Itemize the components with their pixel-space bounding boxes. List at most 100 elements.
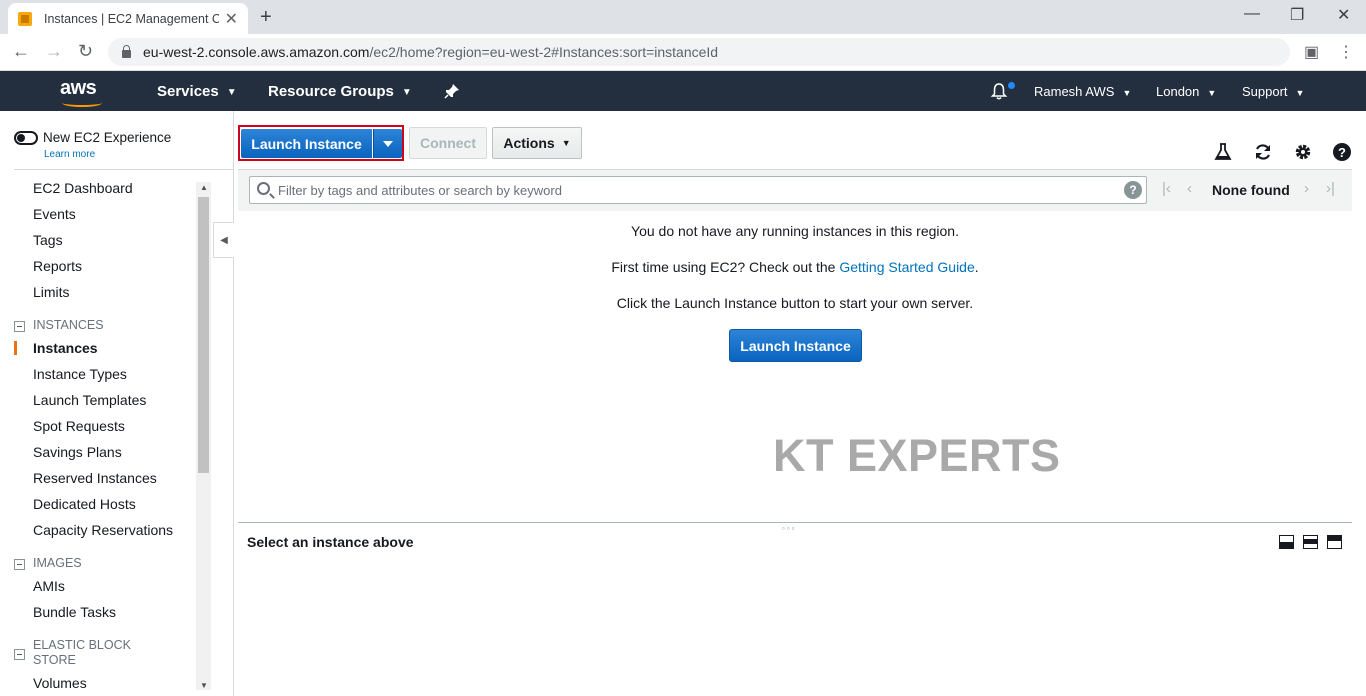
empty-message: You do not have any running instances in… — [631, 223, 959, 239]
nav-item-instance-types[interactable]: Instance Types — [33, 366, 127, 382]
bell-icon[interactable] — [990, 82, 1008, 100]
resource-groups-label: Resource Groups — [268, 83, 394, 100]
collapse-sidebar-button[interactable]: ◀ — [213, 222, 234, 258]
nav-item-tags[interactable]: Tags — [33, 232, 63, 248]
new-experience-toggle[interactable] — [14, 131, 38, 145]
launch-instance-button[interactable]: Launch Instance — [241, 129, 372, 158]
launch-instance-split-button: Launch Instance — [238, 125, 404, 161]
collapse-ebs-icon[interactable] — [14, 649, 25, 660]
getting-started-link[interactable]: Getting Started Guide — [839, 259, 974, 275]
launch-hint-message: Click the Launch Instance button to star… — [616, 295, 974, 311]
watermark-text: KT EXPERTS — [773, 430, 1061, 481]
svg-text:?: ? — [1338, 145, 1346, 160]
nav-item-volumes[interactable]: Volumes — [33, 675, 87, 691]
previous-page-icon[interactable]: ‹ — [1187, 180, 1192, 197]
section-heading-ebs: ELASTIC BLOCK STORE — [33, 638, 131, 667]
getting-started-prefix: First time using EC2? Check out the — [611, 259, 836, 275]
actions-label: Actions — [503, 135, 555, 151]
aws-favicon-icon — [18, 11, 32, 26]
support-menu[interactable]: Support ▼ — [1242, 84, 1304, 99]
split-divider[interactable] — [238, 522, 1352, 523]
nav-item-ec2-dashboard[interactable]: EC2 Dashboard — [33, 180, 133, 196]
nav-item-reports[interactable]: Reports — [33, 258, 82, 274]
last-page-icon[interactable]: ›| — [1326, 180, 1335, 197]
back-icon[interactable]: ← — [12, 41, 30, 62]
close-tab-icon[interactable]: ✕ — [225, 9, 238, 29]
nav-item-limits[interactable]: Limits — [33, 284, 70, 300]
new-tab-icon[interactable]: + — [260, 6, 272, 29]
user-name: Ramesh AWS — [1034, 84, 1115, 99]
account-menu[interactable]: Ramesh AWS ▼ — [1034, 84, 1131, 99]
address-bar[interactable]: eu-west-2.console.aws.amazon.com/ec2/hom… — [108, 38, 1290, 66]
scroll-down-icon[interactable]: ▼ — [200, 681, 208, 690]
tab-title: Instances | EC2 Management Con — [44, 11, 219, 26]
aws-logo[interactable]: aws — [60, 77, 104, 107]
region-menu[interactable]: London ▼ — [1156, 84, 1216, 99]
nav-item-capacity-reservations[interactable]: Capacity Reservations — [33, 522, 173, 538]
services-menu[interactable]: Services ▼ — [157, 83, 237, 100]
nav-item-amis[interactable]: AMIs — [33, 578, 65, 594]
search-input[interactable] — [278, 181, 1118, 199]
next-page-icon[interactable]: › — [1304, 180, 1309, 197]
collapse-instances-icon[interactable] — [14, 321, 25, 332]
nav-item-spot-requests[interactable]: Spot Requests — [33, 418, 125, 434]
collapse-images-icon[interactable] — [14, 559, 25, 570]
window-close-icon[interactable]: ✕ — [1337, 5, 1350, 25]
refresh-icon[interactable] — [1253, 142, 1273, 162]
getting-started-message: First time using EC2? Check out the Gett… — [240, 259, 1350, 275]
nav-item-bundle-tasks[interactable]: Bundle Tasks — [33, 604, 116, 620]
aws-logo-text: aws — [60, 77, 97, 99]
scroll-up-icon[interactable]: ▲ — [200, 183, 208, 192]
chevron-down-icon: ▼ — [1122, 88, 1132, 98]
url-text: eu-west-2.console.aws.amazon.com/ec2/hom… — [143, 44, 718, 60]
minimize-icon[interactable]: — — [1244, 5, 1260, 23]
forward-icon[interactable]: → — [45, 41, 63, 62]
resize-grip-icon[interactable]: ▫▫▫ — [782, 524, 797, 533]
caret-left-icon: ◀ — [220, 234, 228, 246]
active-marker — [14, 341, 17, 355]
services-label: Services — [157, 83, 219, 100]
chevron-down-icon: ▼ — [561, 138, 571, 148]
restore-icon[interactable]: ❐ — [1290, 5, 1304, 25]
flask-icon[interactable] — [1213, 142, 1233, 162]
nav-divider — [233, 111, 234, 696]
sidebar-scroll-thumb[interactable] — [198, 197, 209, 473]
gear-icon[interactable] — [1293, 142, 1313, 162]
nav-item-instances[interactable]: Instances — [33, 340, 98, 356]
support-label: Support — [1242, 84, 1288, 99]
layout-bottom-icon[interactable] — [1279, 535, 1294, 549]
chevron-down-icon: ▼ — [401, 87, 412, 98]
launch-dropdown-button[interactable] — [373, 129, 402, 158]
extension-icon[interactable]: ▣ — [1304, 42, 1319, 62]
nav-item-events[interactable]: Events — [33, 206, 76, 222]
pin-icon[interactable] — [444, 83, 460, 99]
nav-item-dedicated-hosts[interactable]: Dedicated Hosts — [33, 496, 136, 512]
left-navigation: New EC2 Experience Learn more EC2 Dashbo… — [0, 111, 234, 696]
filter-help-icon[interactable]: ? — [1124, 181, 1142, 199]
layout-split-icon[interactable] — [1303, 535, 1318, 549]
first-page-icon[interactable]: |‹ — [1162, 180, 1171, 197]
aws-smile-icon — [62, 99, 102, 107]
section-heading-images: IMAGES — [33, 556, 82, 570]
help-icon[interactable]: ? — [1332, 142, 1352, 162]
browser-tabstrip: Instances | EC2 Management Con ✕ + — ❐ ✕ — [0, 0, 1366, 34]
lock-icon — [122, 45, 131, 58]
pager-status: None found — [1212, 182, 1290, 198]
url-host: eu-west-2.console.aws.amazon.com — [143, 44, 370, 60]
resource-groups-menu[interactable]: Resource Groups ▼ — [268, 83, 412, 100]
actions-button[interactable]: Actions ▼ — [492, 127, 582, 159]
url-path: /ec2/home?region=eu-west-2#Instances:sor… — [369, 44, 719, 60]
layout-top-icon[interactable] — [1327, 535, 1342, 549]
reload-icon[interactable]: ↻ — [78, 41, 93, 62]
aws-header: aws Services ▼ Resource Groups ▼ Ramesh AW… — [0, 71, 1366, 111]
nav-item-savings-plans[interactable]: Savings Plans — [33, 444, 122, 460]
nav-item-reserved-instances[interactable]: Reserved Instances — [33, 470, 157, 486]
section-heading-instances: INSTANCES — [33, 318, 104, 332]
browser-menu-icon[interactable]: ⋮ — [1338, 42, 1354, 62]
nav-item-launch-templates[interactable]: Launch Templates — [33, 392, 146, 408]
connect-button[interactable]: Connect — [409, 127, 487, 159]
browser-tab[interactable]: Instances | EC2 Management Con ✕ — [8, 3, 248, 34]
learn-more-link[interactable]: Learn more — [44, 149, 95, 160]
region-name: London — [1156, 84, 1200, 99]
launch-instance-button-center[interactable]: Launch Instance — [729, 329, 862, 362]
